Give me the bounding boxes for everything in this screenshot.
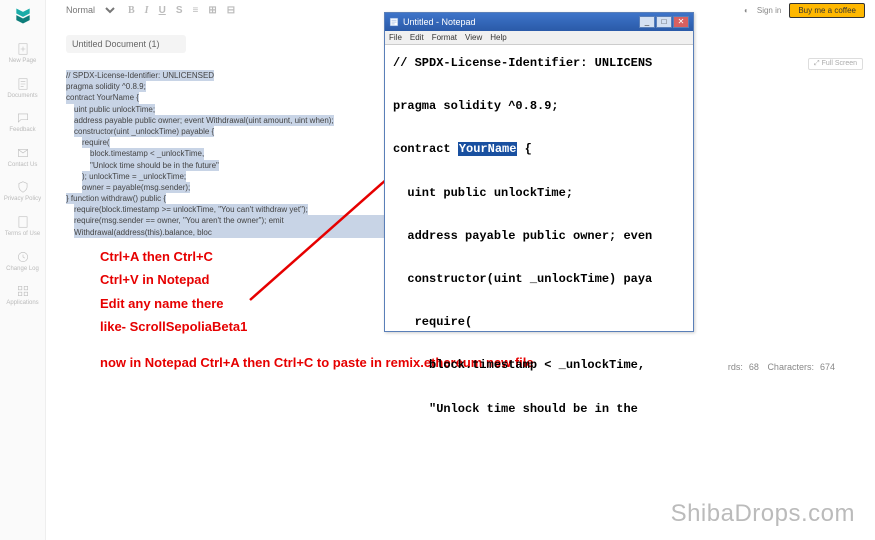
sidebar-item-changelog[interactable]: Change Log xyxy=(3,244,43,279)
code-line: constructor(uint _unlockTime) payable { xyxy=(74,126,214,137)
code-line: address payable public owner; event With… xyxy=(74,115,334,126)
sidebar-item-contact[interactable]: Contact Us xyxy=(3,140,43,175)
notepad-titlebar[interactable]: Untitled - Notepad _ □ ✕ xyxy=(385,13,693,31)
code-line: pragma solidity ^0.8.9; xyxy=(66,81,146,92)
format-tools: B I U S ≡ ⊞ ⊟ xyxy=(128,5,235,16)
code-line: block.timestamp < _unlockTime, xyxy=(90,148,204,159)
menu-edit[interactable]: Edit xyxy=(410,33,424,42)
close-button[interactable]: ✕ xyxy=(673,16,689,28)
underline-button[interactable]: U xyxy=(159,5,166,16)
highlighted-text: YourName xyxy=(458,142,518,156)
sidebar-item-documents[interactable]: Documents xyxy=(3,71,43,106)
bold-button[interactable]: B xyxy=(128,5,135,16)
notepad-window: Untitled - Notepad _ □ ✕ File Edit Forma… xyxy=(384,12,694,332)
menu-format[interactable]: Format xyxy=(432,33,457,42)
sidebar-item-privacy[interactable]: Privacy Policy xyxy=(3,174,43,209)
sidebar-item-terms[interactable]: Terms of Use xyxy=(3,209,43,244)
status-bar: rds:68 Characters:674 xyxy=(722,362,835,372)
notepad-menu: File Edit Format View Help xyxy=(385,31,693,45)
app-logo-icon xyxy=(13,6,33,26)
maximize-button[interactable]: □ xyxy=(656,16,672,28)
code-line: // SPDX-License-Identifier: UNLICENSED xyxy=(66,70,214,81)
code-line: contract YourName { xyxy=(66,92,139,103)
code-line: owner = payable(msg.sender); xyxy=(82,182,190,193)
sidebar-item-new-page[interactable]: New Page xyxy=(3,36,43,71)
watermark: ShibaDrops.com xyxy=(671,500,855,528)
notepad-icon xyxy=(389,17,399,27)
sidebar: New Page Documents Feedback Contact Us P… xyxy=(0,0,46,540)
code-line: } function withdraw() public { xyxy=(66,193,166,204)
menu-view[interactable]: View xyxy=(465,33,482,42)
code-line: require(msg.sender == owner, "You aren't… xyxy=(74,215,406,237)
signin-link[interactable]: Sign in xyxy=(757,6,781,15)
notepad-body[interactable]: // SPDX-License-Identifier: UNLICENS pra… xyxy=(385,45,693,428)
style-select[interactable]: Normal xyxy=(56,2,118,18)
instruction-text: Ctrl+A then Ctrl+C Ctrl+V in Notepad Edi… xyxy=(100,245,247,339)
minimize-button[interactable]: _ xyxy=(639,16,655,28)
list-button[interactable]: ≡ xyxy=(192,5,198,16)
code-line: "Unlock time should be in the future" xyxy=(90,160,219,171)
doc-title-input[interactable]: Untitled Document (1) xyxy=(66,35,186,53)
code-editor[interactable]: // SPDX-License-Identifier: UNLICENSED p… xyxy=(66,70,406,238)
grid-button[interactable]: ⊞ xyxy=(208,5,216,16)
code-line: uint public unlockTime; xyxy=(74,104,155,115)
code-line: require(block.timestamp >= unlockTime, "… xyxy=(74,204,308,215)
fullscreen-button[interactable]: ⤢ Full Screen xyxy=(808,58,863,70)
buy-coffee-button[interactable]: Buy me a coffee xyxy=(789,3,865,18)
code-line: ); unlockTime = _unlockTime; xyxy=(82,171,186,182)
grid2-button[interactable]: ⊟ xyxy=(227,5,235,16)
notepad-title: Untitled - Notepad xyxy=(403,17,476,27)
menu-help[interactable]: Help xyxy=(490,33,506,42)
toggle-icon[interactable]: ◐ xyxy=(744,6,749,15)
strike-button[interactable]: S xyxy=(176,5,183,16)
sidebar-item-feedback[interactable]: Feedback xyxy=(3,105,43,140)
italic-button[interactable]: I xyxy=(145,5,149,16)
sidebar-item-applications[interactable]: Applications xyxy=(3,278,43,313)
code-line: require( xyxy=(82,137,110,148)
menu-file[interactable]: File xyxy=(389,33,402,42)
